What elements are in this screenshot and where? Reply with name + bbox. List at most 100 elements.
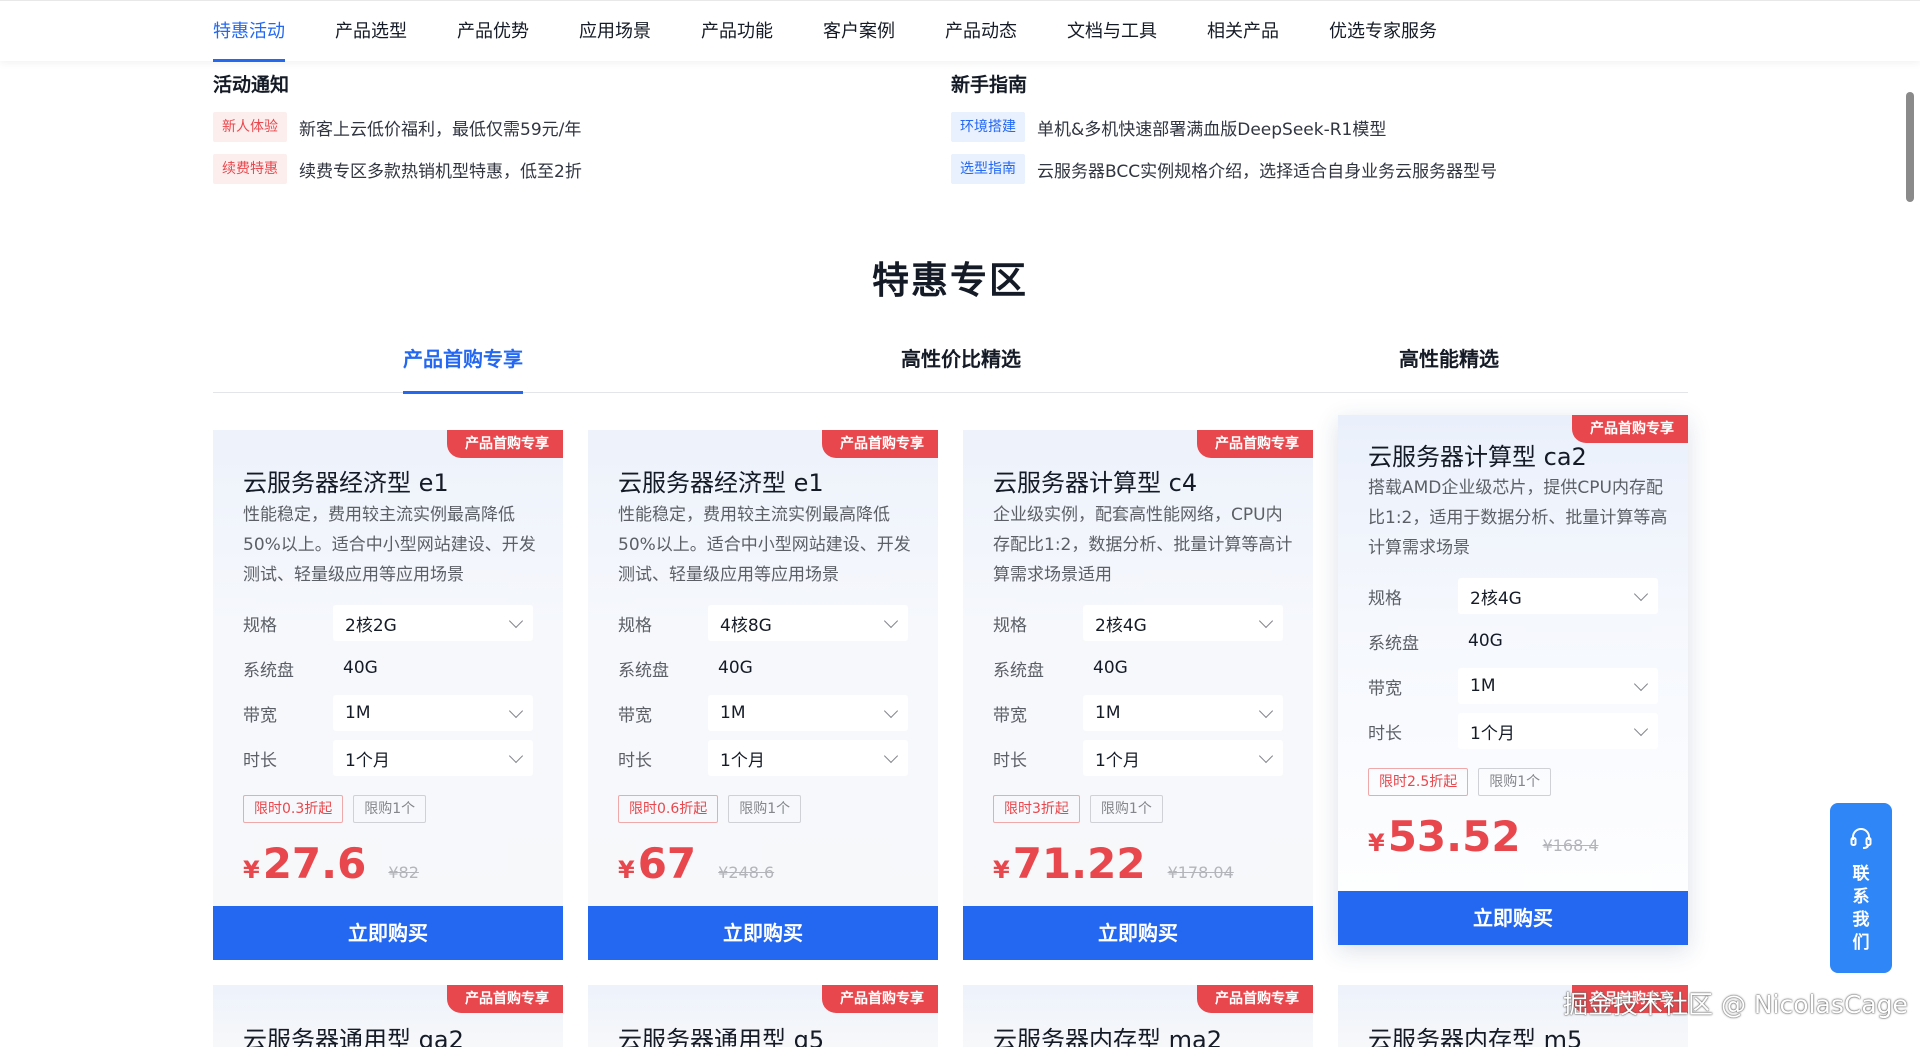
- bandwidth-row: 带宽 1M: [618, 695, 908, 731]
- spec-value: 4核8G: [720, 615, 772, 636]
- watermark: 掘金技术社区 @ NicolasCage: [1563, 990, 1908, 1019]
- original-price: ¥168.4: [1542, 836, 1599, 855]
- duration-dropdown[interactable]: 1个月: [708, 740, 908, 776]
- currency-symbol: ¥: [618, 856, 635, 884]
- nav-item-expert[interactable]: 优选专家服务: [1329, 1, 1437, 62]
- duration-label: 时长: [1368, 723, 1402, 744]
- product-title: 云服务器计算型 ca2: [1368, 443, 1587, 471]
- spec-row: 规格 2核2G: [243, 605, 533, 641]
- guide-text[interactable]: 单机&多机快速部署满血版DeepSeek-R1模型: [1037, 115, 1386, 140]
- current-price: 53.52: [1387, 812, 1521, 861]
- disk-label: 系统盘: [243, 660, 294, 681]
- notice-item[interactable]: 续费特惠 续费专区多款热销机型特惠，低至2折: [213, 152, 582, 186]
- nav-item-docs[interactable]: 文档与工具: [1067, 1, 1157, 62]
- spec-dropdown[interactable]: 2核4G: [1083, 605, 1283, 641]
- first-purchase-badge: 产品首购专享: [447, 985, 563, 1013]
- nav-item-features[interactable]: 产品功能: [701, 1, 773, 62]
- buy-now-button[interactable]: 立即购买: [213, 906, 563, 960]
- disk-value: 40G: [1093, 658, 1128, 678]
- notice-tag: 新人体验: [213, 112, 287, 142]
- chevron-down-icon: [1258, 613, 1274, 628]
- offer-tabs: 产品首购专享 高性价比精选 高性能精选: [213, 340, 1688, 394]
- buy-now-button[interactable]: 立即购买: [1338, 891, 1688, 945]
- nav-item-related[interactable]: 相关产品: [1207, 1, 1279, 62]
- duration-value: 1个月: [1095, 750, 1140, 771]
- nav-item-news[interactable]: 产品动态: [945, 1, 1017, 62]
- bandwidth-row: 带宽 1M: [1368, 668, 1658, 704]
- product-description: 企业级实例，配套高性能网络，CPU内存配比1:2，数据分析、批量计算等高计算需求…: [993, 505, 1293, 585]
- duration-dropdown[interactable]: 1个月: [333, 740, 533, 776]
- product-description: 性能稳定，费用较主流实例最高降低50%以上。适合中小型网站建设、开发测试、轻量级…: [618, 505, 911, 585]
- disk-value: 40G: [1468, 631, 1503, 651]
- product-title: 云服务器经济型 e1: [243, 469, 449, 497]
- duration-label: 时长: [618, 750, 652, 771]
- top-nav: 特惠活动 产品选型 产品优势 应用场景 产品功能 客户案例 产品动态 文档与工具…: [0, 0, 1920, 62]
- product-title: 云服务器通用型 g5: [618, 1026, 825, 1047]
- purchase-limit-tag: 限购1个: [1089, 795, 1163, 823]
- duration-dropdown[interactable]: 1个月: [1458, 713, 1658, 749]
- tab-performance-picks[interactable]: 高性能精选: [1399, 340, 1499, 393]
- nav-item-selection[interactable]: 产品选型: [335, 1, 407, 62]
- buy-now-button[interactable]: 立即购买: [588, 906, 938, 960]
- original-price: ¥82: [388, 863, 419, 882]
- chevron-down-icon: [508, 613, 524, 628]
- tab-value-picks[interactable]: 高性价比精选: [901, 340, 1021, 393]
- disk-label: 系统盘: [618, 660, 669, 681]
- bandwidth-row: 带宽 1M: [993, 695, 1283, 731]
- spec-dropdown[interactable]: 2核2G: [333, 605, 533, 641]
- spec-label: 规格: [1368, 588, 1402, 609]
- chevron-down-icon: [508, 703, 524, 718]
- nav-item-scenarios[interactable]: 应用场景: [579, 1, 651, 62]
- nav-item-advantages[interactable]: 产品优势: [457, 1, 529, 62]
- notice-item[interactable]: 新人体验 新客上云低价福利，最低仅需59元/年: [213, 110, 582, 144]
- currency-symbol: ¥: [1368, 829, 1385, 857]
- chevron-down-icon: [883, 703, 899, 718]
- buy-now-button[interactable]: 立即购买: [963, 906, 1313, 960]
- guide-item[interactable]: 环境搭建 单机&多机快速部署满血版DeepSeek-R1模型: [951, 110, 1497, 144]
- bandwidth-dropdown[interactable]: 1M: [1083, 695, 1283, 731]
- disk-row: 系统盘 40G: [993, 650, 1283, 686]
- disk-row: 系统盘 40G: [1368, 623, 1658, 659]
- duration-label: 时长: [243, 750, 277, 771]
- disk-label: 系统盘: [1368, 633, 1419, 654]
- nav-item-cases[interactable]: 客户案例: [823, 1, 895, 62]
- spec-row: 规格 2核4G: [1368, 578, 1658, 614]
- promo-tags: 限时2.5折起 限购1个: [1368, 768, 1561, 796]
- spec-row: 规格 4核8G: [618, 605, 908, 641]
- bandwidth-dropdown[interactable]: 1M: [333, 695, 533, 731]
- bandwidth-dropdown[interactable]: 1M: [708, 695, 908, 731]
- product-card: 产品首购专享 云服务器经济型 e1 性能稳定，费用较主流实例最高降低50%以上。…: [588, 430, 938, 960]
- currency-symbol: ¥: [993, 856, 1010, 884]
- price-row: ¥ 67 ¥248.6: [618, 840, 774, 888]
- product-title: 云服务器计算型 c4: [993, 469, 1198, 497]
- notice-text[interactable]: 新客上云低价福利，最低仅需59元/年: [299, 115, 581, 140]
- price-row: ¥ 27.6 ¥82: [243, 840, 419, 888]
- contact-us-button[interactable]: 联系我们: [1830, 803, 1892, 973]
- promo-tags: 限时0.6折起 限购1个: [618, 795, 811, 823]
- first-purchase-badge: 产品首购专享: [1572, 415, 1688, 443]
- currency-symbol: ¥: [243, 856, 260, 884]
- activity-notices: 活动通知 新人体验 新客上云低价福利，最低仅需59元/年 续费特惠 续费专区多款…: [213, 72, 582, 194]
- duration-dropdown[interactable]: 1个月: [1083, 740, 1283, 776]
- duration-value: 1个月: [345, 750, 390, 771]
- product-title: 云服务器通用型 ga2: [243, 1026, 464, 1047]
- notice-text[interactable]: 续费专区多款热销机型特惠，低至2折: [299, 157, 582, 182]
- disk-value: 40G: [718, 658, 753, 678]
- product-card: 产品首购专享 云服务器计算型 c4 企业级实例，配套高性能网络，CPU内存配比1…: [963, 430, 1313, 960]
- spec-label: 规格: [993, 615, 1027, 636]
- guide-text[interactable]: 云服务器BCC实例规格介绍，选择适合自身业务云服务器型号: [1037, 157, 1497, 182]
- guide-item[interactable]: 选型指南 云服务器BCC实例规格介绍，选择适合自身业务云服务器型号: [951, 152, 1497, 186]
- bandwidth-dropdown[interactable]: 1M: [1458, 668, 1658, 704]
- product-description: 搭载AMD企业级芯片，提供CPU内存配比1:2，适用于数据分析、批量计算等高计算…: [1368, 478, 1668, 558]
- product-title: 云服务器经济型 e1: [618, 469, 824, 497]
- spec-dropdown[interactable]: 4核8G: [708, 605, 908, 641]
- first-purchase-badge: 产品首购专享: [1197, 430, 1313, 458]
- nav-item-promotions[interactable]: 特惠活动: [213, 1, 285, 62]
- tab-first-purchase[interactable]: 产品首购专享: [403, 340, 523, 394]
- price-row: ¥ 53.52 ¥168.4: [1368, 813, 1599, 861]
- bandwidth-label: 带宽: [993, 705, 1027, 726]
- spec-dropdown[interactable]: 2核4G: [1458, 578, 1658, 614]
- spec-label: 规格: [618, 615, 652, 636]
- chevron-down-icon: [1258, 748, 1274, 763]
- page-scrollbar-thumb[interactable]: [1906, 92, 1914, 202]
